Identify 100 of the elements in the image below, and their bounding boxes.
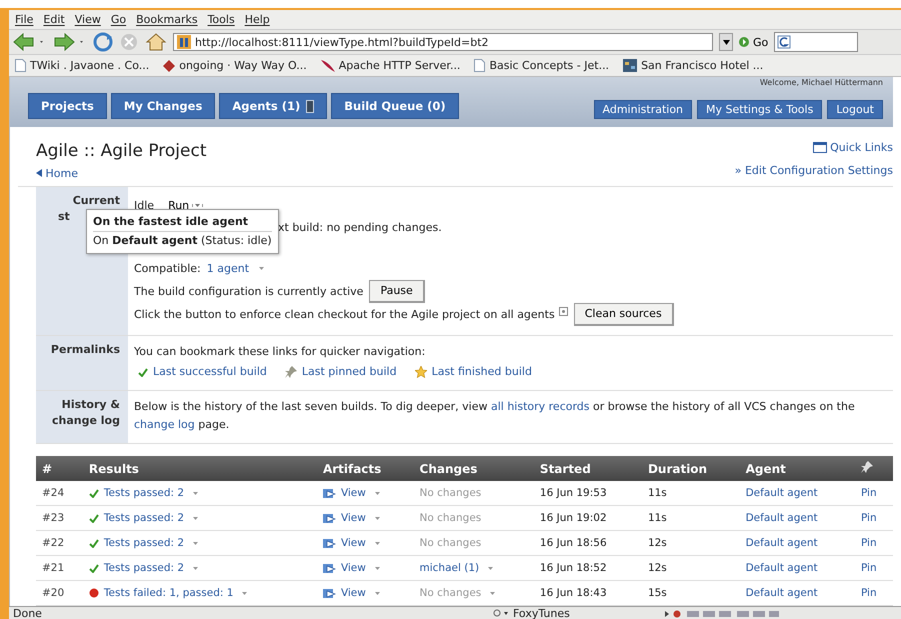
dropdown-icon[interactable] bbox=[374, 492, 380, 494]
nav-tab[interactable]: Build Queue (0) bbox=[331, 93, 459, 119]
artifacts-icon bbox=[322, 562, 336, 574]
section-label: Current bbox=[72, 193, 120, 209]
hotel-icon bbox=[623, 59, 638, 72]
edit-settings-link[interactable]: » Edit Configuration Settings bbox=[734, 164, 893, 177]
dropdown-icon[interactable] bbox=[193, 516, 198, 520]
dropdown-icon[interactable] bbox=[374, 592, 380, 594]
dropdown-icon[interactable] bbox=[242, 592, 248, 594]
bookmark-link[interactable]: Basic Concepts - Jet... bbox=[474, 59, 610, 72]
menu-item[interactable]: Help bbox=[244, 13, 270, 26]
reload-icon[interactable] bbox=[93, 32, 113, 52]
pin-link[interactable]: Pin bbox=[860, 587, 877, 599]
home-link[interactable]: Home bbox=[36, 167, 78, 180]
menu-item[interactable]: File bbox=[15, 13, 34, 26]
permalink-link[interactable]: Last finished build bbox=[414, 363, 532, 381]
bookmark-link[interactable]: TWiki . Javaone . Co... bbox=[15, 59, 150, 72]
quick-links-link[interactable]: Quick Links bbox=[813, 141, 893, 154]
status-text: Done bbox=[12, 607, 43, 619]
stop-icon[interactable] bbox=[119, 32, 139, 52]
agent-status-icon bbox=[306, 100, 314, 112]
view-artifacts-link[interactable]: View bbox=[340, 562, 366, 574]
view-artifacts-link[interactable]: View bbox=[340, 537, 366, 549]
bookmark-link[interactable]: San Francisco Hotel ... bbox=[623, 59, 764, 72]
permalink-link[interactable]: Last pinned build bbox=[284, 363, 397, 381]
duration-text: 12s bbox=[648, 537, 667, 549]
view-artifacts-link[interactable]: View bbox=[340, 587, 366, 599]
build-number: #21 bbox=[42, 562, 64, 574]
dropdown-icon[interactable] bbox=[259, 267, 264, 270]
dropdown-icon[interactable] bbox=[374, 566, 380, 570]
help-icon[interactable] bbox=[558, 307, 568, 316]
bookmark-link[interactable]: ongoing · Way Way O... bbox=[163, 59, 307, 72]
menu-item[interactable]: Edit bbox=[43, 13, 65, 26]
dropdown-icon[interactable] bbox=[374, 516, 380, 520]
nav-tab[interactable]: My Changes bbox=[110, 93, 216, 119]
go-button[interactable]: Go bbox=[739, 36, 768, 48]
clean-text: Click the button to enforce clean checkout for the Agile project on all agents bbox=[134, 306, 555, 322]
change-log-link[interactable]: change log bbox=[134, 418, 195, 431]
agent-link[interactable]: Default agent bbox=[746, 537, 818, 549]
test-result-link[interactable]: Tests passed: 2 bbox=[104, 562, 184, 574]
window-icon bbox=[813, 142, 828, 153]
test-result-link[interactable]: Tests passed: 2 bbox=[104, 512, 184, 524]
menu-item[interactable]: Bookmarks bbox=[136, 13, 198, 26]
dropdown-icon[interactable] bbox=[193, 542, 198, 544]
home-icon[interactable] bbox=[145, 32, 167, 52]
dropdown-icon[interactable] bbox=[193, 492, 198, 494]
view-artifacts-link[interactable]: View bbox=[340, 487, 366, 499]
dropdown-icon[interactable] bbox=[374, 542, 380, 544]
compatible-agents-link[interactable]: 1 agent bbox=[206, 260, 250, 278]
agent-link[interactable]: Default agent bbox=[746, 512, 818, 524]
dropdown-icon[interactable] bbox=[490, 592, 496, 594]
test-result-link[interactable]: Tests passed: 2 bbox=[104, 537, 184, 549]
changes-text: No changes bbox=[420, 587, 482, 599]
agent-link[interactable]: Default agent bbox=[746, 487, 818, 499]
section-label: change log bbox=[52, 413, 120, 429]
test-result-link[interactable]: Tests passed: 2 bbox=[104, 487, 184, 499]
nav-link[interactable]: My Settings & Tools bbox=[697, 100, 822, 119]
status-text: Idle bbox=[134, 198, 154, 214]
address-field[interactable]: http://localhost:8111/viewType.html?buildTypeId=bt2 bbox=[173, 33, 713, 51]
page-icon bbox=[474, 59, 486, 72]
history-dropdown-button[interactable] bbox=[719, 33, 733, 51]
pin-link[interactable]: Pin bbox=[860, 487, 877, 499]
started-time: 16 Jun 18:52 bbox=[540, 562, 607, 574]
menu-item[interactable]: Go bbox=[110, 13, 126, 26]
active-text: The build configuration is currently active bbox=[134, 284, 364, 300]
search-engine-icon bbox=[777, 35, 792, 49]
column-header: # bbox=[36, 456, 83, 481]
history-records-link[interactable]: all history records bbox=[490, 400, 590, 413]
menu-item[interactable]: On Default agent (Status: idle) bbox=[93, 232, 272, 250]
view-artifacts-link[interactable]: View bbox=[340, 512, 366, 524]
artifacts-icon bbox=[322, 512, 336, 524]
nav-link[interactable]: Logout bbox=[827, 100, 883, 119]
dropdown-icon[interactable] bbox=[193, 566, 198, 570]
back-arrow-icon bbox=[36, 169, 42, 177]
column-header: Agent bbox=[740, 456, 855, 481]
build-number: #23 bbox=[42, 512, 64, 524]
bookmark-link[interactable]: Apache HTTP Server... bbox=[320, 59, 460, 72]
foxytunes-control[interactable]: FoxyTunes bbox=[493, 607, 663, 619]
agent-link[interactable]: Default agent bbox=[746, 587, 818, 599]
feather-icon bbox=[320, 60, 335, 72]
pin-link[interactable]: Pin bbox=[860, 512, 877, 524]
clean-sources-button[interactable]: Clean sources bbox=[574, 303, 674, 326]
permalink-link[interactable]: Last successful build bbox=[138, 363, 267, 381]
nav-tab[interactable]: Projects bbox=[28, 93, 107, 119]
changes-link[interactable]: michael (1) bbox=[420, 562, 480, 574]
nav-link[interactable]: Administration bbox=[594, 100, 692, 119]
dropdown-icon[interactable] bbox=[488, 566, 494, 570]
search-field[interactable] bbox=[774, 32, 858, 52]
column-header: Changes bbox=[414, 456, 534, 481]
nav-tab[interactable]: Agents (1) bbox=[219, 93, 328, 119]
menu-item[interactable]: On the fastest idle agent bbox=[93, 213, 272, 232]
menu-item[interactable]: View bbox=[74, 13, 101, 26]
pin-link[interactable]: Pin bbox=[860, 562, 877, 574]
test-result-link[interactable]: Tests failed: 1, passed: 1 bbox=[104, 587, 234, 599]
menu-item[interactable]: Tools bbox=[208, 13, 235, 26]
agent-link[interactable]: Default agent bbox=[746, 562, 818, 574]
permalinks-text: You can bookmark these links for quicker navigation: bbox=[134, 344, 426, 360]
search-icon bbox=[493, 608, 509, 618]
pause-button[interactable]: Pause bbox=[369, 280, 425, 303]
pin-link[interactable]: Pin bbox=[860, 537, 877, 549]
